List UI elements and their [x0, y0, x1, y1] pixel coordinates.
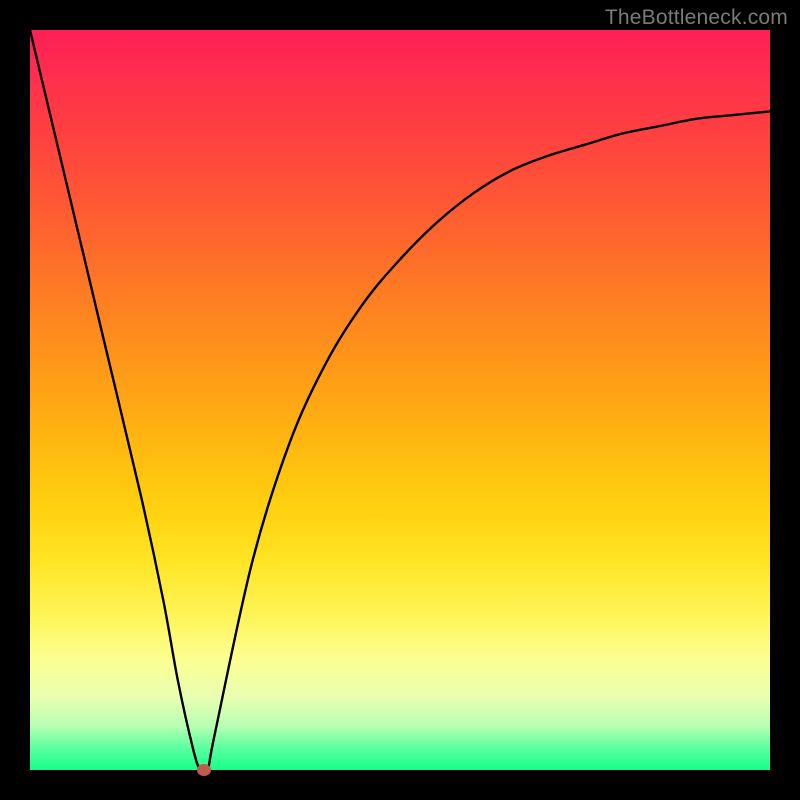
curve-path — [30, 30, 770, 770]
minimum-marker — [197, 764, 211, 776]
watermark-text: TheBottleneck.com — [605, 6, 788, 30]
chart-frame: TheBottleneck.com — [0, 0, 800, 800]
bottleneck-curve — [30, 30, 770, 770]
plot-area — [30, 30, 770, 770]
